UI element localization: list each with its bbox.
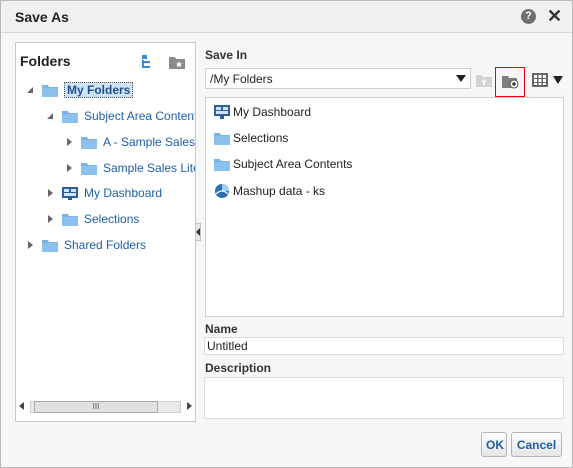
favorite-folder-icon[interactable] bbox=[168, 54, 186, 70]
tree-item-subject-area-contents[interactable]: Subject Area Contents bbox=[44, 106, 196, 126]
folder-icon bbox=[214, 133, 230, 145]
list-item[interactable]: Subject Area Contents bbox=[214, 154, 352, 174]
horizontal-scrollbar[interactable]: III bbox=[18, 399, 193, 413]
dialog-title: Save As bbox=[15, 9, 69, 25]
dashboard-icon bbox=[214, 105, 230, 119]
folder-icon bbox=[62, 110, 78, 123]
expand-tree-icon[interactable] bbox=[141, 54, 157, 70]
save-in-value: /My Folders bbox=[210, 72, 273, 86]
expand-arrow-icon[interactable] bbox=[24, 239, 36, 251]
folder-icon bbox=[81, 162, 97, 175]
panel-splitter[interactable] bbox=[195, 223, 201, 241]
name-field[interactable] bbox=[204, 337, 564, 355]
help-icon[interactable]: ? bbox=[521, 9, 536, 24]
dashboard-icon bbox=[62, 186, 78, 200]
tree-item-my-dashboard[interactable]: My Dashboard bbox=[44, 183, 162, 203]
cancel-button[interactable]: Cancel bbox=[511, 432, 562, 457]
save-in-label: Save In bbox=[205, 48, 248, 62]
folders-heading: Folders bbox=[20, 53, 71, 69]
tree-item-selections[interactable]: Selections bbox=[44, 209, 139, 229]
name-label: Name bbox=[205, 322, 238, 336]
expand-arrow-icon[interactable] bbox=[44, 213, 56, 225]
folder-icon bbox=[81, 136, 97, 149]
view-options-button[interactable] bbox=[532, 73, 564, 87]
tree-item-label: Sample Sales Lite bbox=[103, 161, 196, 175]
scroll-left-icon[interactable] bbox=[18, 402, 26, 410]
tree-item-label: A - Sample Sales bbox=[103, 135, 196, 149]
new-folder-icon bbox=[502, 76, 519, 89]
collapse-arrow-icon[interactable] bbox=[44, 110, 56, 122]
list-item[interactable]: My Dashboard bbox=[214, 102, 311, 122]
folder-icon bbox=[42, 84, 58, 97]
folders-panel: Folders My Folders Subject Area Contents… bbox=[15, 42, 196, 422]
tree-item-sample-sales-lite[interactable]: Sample Sales Lite bbox=[63, 158, 196, 178]
list-item-label: Selections bbox=[233, 131, 289, 145]
description-label: Description bbox=[205, 361, 272, 375]
folder-icon bbox=[214, 159, 230, 171]
expand-arrow-icon[interactable] bbox=[63, 162, 75, 174]
folder-icon bbox=[42, 239, 58, 252]
tree-item-shared-folders[interactable]: Shared Folders bbox=[24, 235, 146, 255]
grid-view-icon bbox=[532, 73, 548, 87]
tree-item-label: My Dashboard bbox=[84, 186, 163, 200]
expand-arrow-icon[interactable] bbox=[63, 136, 75, 148]
collapse-arrow-icon[interactable] bbox=[24, 84, 36, 96]
list-item[interactable]: Selections bbox=[214, 128, 288, 148]
folder-icon bbox=[62, 213, 78, 226]
tree-item-label: Selections bbox=[84, 212, 140, 226]
title-bar: Save As ? ✕ bbox=[1, 1, 572, 33]
description-field[interactable] bbox=[204, 377, 564, 419]
chevron-down-icon[interactable] bbox=[456, 75, 466, 82]
close-icon[interactable]: ✕ bbox=[547, 6, 562, 27]
mashup-icon bbox=[215, 184, 229, 198]
new-folder-button[interactable] bbox=[495, 67, 525, 97]
tree-item-label: Subject Area Contents bbox=[84, 109, 196, 123]
list-item-label: My Dashboard bbox=[233, 105, 312, 119]
up-folder-icon[interactable] bbox=[476, 73, 492, 87]
ok-button[interactable]: OK bbox=[481, 432, 507, 457]
folder-contents-list: My Dashboard Selections Subject Area Con… bbox=[205, 97, 564, 317]
tree-item-a-sample-sales[interactable]: A - Sample Sales bbox=[63, 132, 195, 152]
tree-item-label: My Folders bbox=[64, 82, 134, 98]
chevron-down-icon bbox=[553, 76, 563, 84]
expand-arrow-icon[interactable] bbox=[44, 187, 56, 199]
list-item-label: Subject Area Contents bbox=[233, 157, 353, 171]
save-in-dropdown[interactable]: /My Folders bbox=[205, 68, 471, 89]
tree-item-label: Shared Folders bbox=[64, 238, 147, 252]
scroll-thumb[interactable]: III bbox=[34, 401, 158, 413]
list-item-label: Mashup data - ks bbox=[233, 184, 326, 198]
save-as-dialog: Save As ? ✕ Folders My Folders Subject A… bbox=[0, 0, 573, 468]
list-item[interactable]: Mashup data - ks bbox=[214, 181, 325, 201]
tree-item-my-folders[interactable]: My Folders bbox=[24, 80, 134, 100]
scroll-right-icon[interactable] bbox=[185, 402, 193, 410]
collapse-panel-icon bbox=[196, 228, 200, 236]
